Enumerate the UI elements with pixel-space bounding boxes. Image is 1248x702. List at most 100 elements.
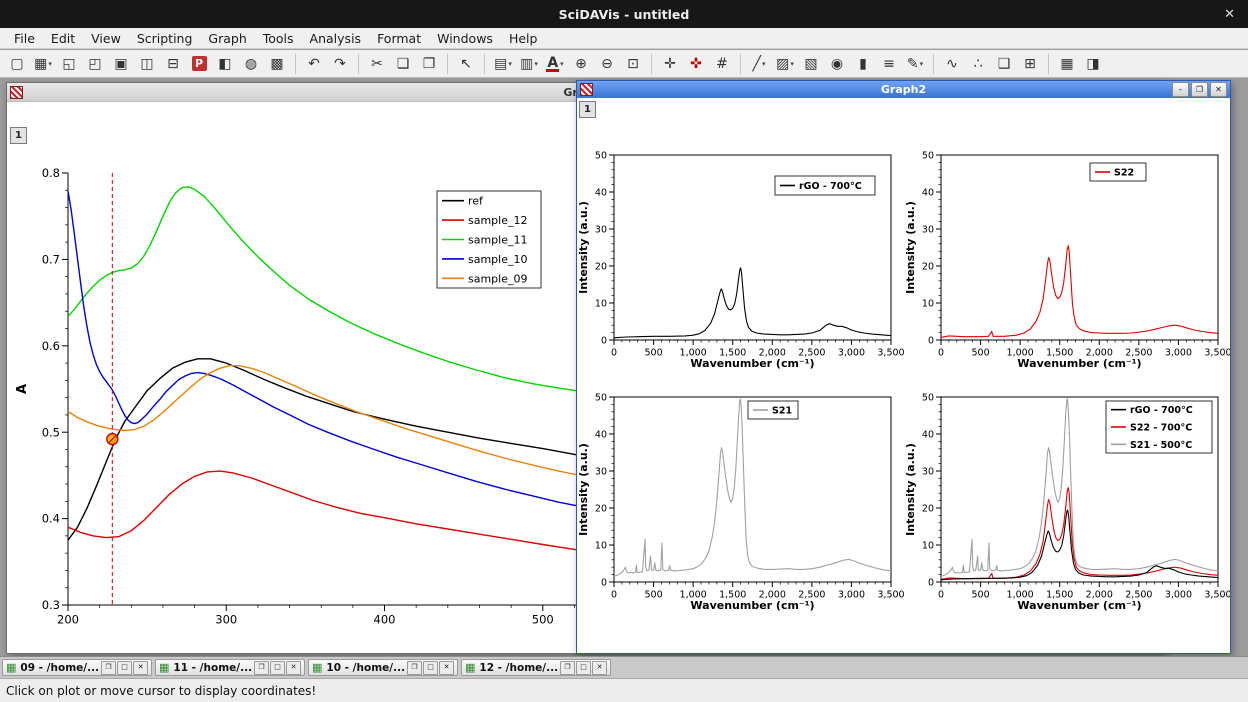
open-template-button[interactable]: ◰ <box>83 52 107 76</box>
menu-scripting[interactable]: Scripting <box>129 29 201 48</box>
legend[interactable]: refsample_12sample_11sample_10sample_09 <box>437 191 541 288</box>
maximize-button[interactable]: □ <box>117 661 132 675</box>
text-color-button[interactable]: A▾ <box>543 52 567 76</box>
duplicate-window-button[interactable]: ◍ <box>239 52 263 76</box>
copy-selection-button[interactable]: ❏ <box>391 52 415 76</box>
close-button[interactable]: ✕ <box>133 661 148 675</box>
graph2-layer-button[interactable]: 1 <box>579 101 596 118</box>
uvvis-plot[interactable]: 2003004005000.30.40.50.60.70.8Arefsample… <box>15 166 576 626</box>
raman-plots-canvas[interactable]: 05001,0001,5002,0002,5003,0003,500010203… <box>577 98 1230 653</box>
add-histogram-button[interactable]: ▮ <box>851 52 875 76</box>
menu-help[interactable]: Help <box>501 29 546 48</box>
series-s21[interactable] <box>614 399 891 577</box>
uvvis-plot-canvas[interactable]: 2003004005000.30.40.50.60.70.8Arefsample… <box>7 102 607 653</box>
graph2-minimize-button[interactable]: – <box>1172 82 1189 97</box>
legend[interactable]: rGO - 700°C <box>775 176 875 195</box>
graph1-layer-button[interactable]: 1 <box>10 127 27 144</box>
menu-edit[interactable]: Edit <box>43 29 83 48</box>
new-graph-button[interactable]: ❑ <box>992 52 1016 76</box>
taskbar-button-11[interactable]: ▦11 - /home/...❐□✕ <box>155 659 305 676</box>
add-column-button[interactable]: ◨ <box>1081 52 1105 76</box>
redo-button[interactable]: ↷ <box>328 52 352 76</box>
close-button[interactable]: ✕ <box>286 661 301 675</box>
save-template-button[interactable]: ◫ <box>135 52 159 76</box>
paste-selection-button[interactable]: ❐ <box>417 52 441 76</box>
menu-view[interactable]: View <box>83 29 129 48</box>
dropdown-arrow-icon[interactable]: ▾ <box>762 60 766 68</box>
legend[interactable]: S21 <box>748 401 798 419</box>
graph-window-icon[interactable] <box>580 83 593 96</box>
restore-button[interactable]: ❐ <box>101 661 116 675</box>
open-project-button[interactable]: ◱ <box>57 52 81 76</box>
graph2-close-button[interactable]: ✕ <box>1210 82 1227 97</box>
zoom-out-button[interactable]: ⊖ <box>595 52 619 76</box>
pointer-button[interactable]: ↖ <box>454 52 478 76</box>
plot-line-button[interactable]: ∿ <box>940 52 964 76</box>
lock-toolbars-button[interactable]: ▩ <box>265 52 289 76</box>
export-pdf-button[interactable]: P <box>187 52 211 76</box>
plot-style-button[interactable]: ▥▾ <box>517 52 541 76</box>
plot-scatter-button[interactable]: ∴ <box>966 52 990 76</box>
new-project-button[interactable]: ▢ <box>5 52 29 76</box>
new-table-button[interactable]: ▦ <box>1055 52 1079 76</box>
raman-panel-s21[interactable]: 05001,0001,5002,0002,5003,0003,500010203… <box>577 392 905 612</box>
graph2-titlebar[interactable]: Graph2 – ❐ ✕ <box>577 81 1230 98</box>
menu-file[interactable]: File <box>6 29 43 48</box>
pen-tool-button[interactable]: ✎▾ <box>903 52 927 76</box>
series-sample_09[interactable] <box>68 366 576 475</box>
series-ref[interactable] <box>68 359 576 540</box>
print-button[interactable]: ⊟ <box>161 52 185 76</box>
dropdown-arrow-icon[interactable]: ▾ <box>508 60 512 68</box>
dropdown-arrow-icon[interactable]: ▾ <box>48 60 52 68</box>
add-text-button[interactable]: ≡ <box>877 52 901 76</box>
dropdown-arrow-icon[interactable]: ▾ <box>920 60 924 68</box>
save-project-button[interactable]: ▣ <box>109 52 133 76</box>
dropdown-arrow-icon[interactable]: ▾ <box>560 60 564 68</box>
graph2-maximize-button[interactable]: ❐ <box>1191 82 1208 97</box>
series-rgo[interactable] <box>614 268 891 338</box>
color-map-button[interactable]: ▨▾ <box>773 52 797 76</box>
menu-analysis[interactable]: Analysis <box>302 29 370 48</box>
raman-panel-s22[interactable]: 05001,0001,5002,0002,5003,0003,500010203… <box>904 150 1230 370</box>
legend[interactable]: S22 <box>1090 163 1146 181</box>
restore-button[interactable]: ❐ <box>254 661 269 675</box>
legend[interactable]: rGO - 700°CS22 - 700°CS21 - 500°C <box>1106 401 1212 453</box>
menu-graph[interactable]: Graph <box>200 29 254 48</box>
dropdown-arrow-icon[interactable]: ▾ <box>534 60 538 68</box>
select-data-range-button[interactable]: # <box>710 52 734 76</box>
maximize-button[interactable]: □ <box>270 661 285 675</box>
maximize-button[interactable]: □ <box>423 661 438 675</box>
maximize-button[interactable]: □ <box>576 661 591 675</box>
zoom-in-button[interactable]: ⊕ <box>569 52 593 76</box>
draw-arrow-button[interactable]: ╱▾ <box>747 52 771 76</box>
app-close-button[interactable]: ✕ <box>1224 0 1235 28</box>
restore-button[interactable]: ❐ <box>560 661 575 675</box>
menu-format[interactable]: Format <box>369 29 429 48</box>
graph-window-icon[interactable] <box>10 86 23 99</box>
graph2-window[interactable]: Graph2 – ❐ ✕ 1 05001,0001,5002,0002,5003… <box>576 80 1231 654</box>
taskbar-button-12[interactable]: ▦12 - /home/...❐□✕ <box>461 659 611 676</box>
close-button[interactable]: ✕ <box>439 661 454 675</box>
add-function-curve-button[interactable]: ◉ <box>825 52 849 76</box>
raman-panel-combined[interactable]: 05001,0001,5002,0002,5003,0003,500010203… <box>904 392 1230 612</box>
restore-button[interactable]: ❐ <box>407 661 422 675</box>
data-reader-button[interactable]: ✜ <box>684 52 708 76</box>
new-window-button[interactable]: ▦▾ <box>31 52 55 76</box>
table-style-button[interactable]: ▤▾ <box>491 52 515 76</box>
series-s22[interactable] <box>941 246 1218 338</box>
raman-panel-rgo[interactable]: 05001,0001,5002,0002,5003,0003,500010203… <box>577 150 905 370</box>
rescale-to-show-all-button[interactable]: ⊡ <box>621 52 645 76</box>
dropdown-arrow-icon[interactable]: ▾ <box>790 60 794 68</box>
close-button[interactable]: ✕ <box>592 661 607 675</box>
add-layer-button[interactable]: ⊞ <box>1018 52 1042 76</box>
undo-button[interactable]: ↶ <box>302 52 326 76</box>
add-image-button[interactable]: ▧ <box>799 52 823 76</box>
menu-windows[interactable]: Windows <box>429 29 501 48</box>
screen-reader-button[interactable]: ✛ <box>658 52 682 76</box>
menu-tools[interactable]: Tools <box>255 29 302 48</box>
cut-selection-button[interactable]: ✂ <box>365 52 389 76</box>
project-explorer-button[interactable]: ◧ <box>213 52 237 76</box>
taskbar-button-09[interactable]: ▦09 - /home/...❐□✕ <box>2 659 152 676</box>
series-sample_12[interactable] <box>68 471 576 550</box>
taskbar-button-10[interactable]: ▦10 - /home/...❐□✕ <box>308 659 458 676</box>
